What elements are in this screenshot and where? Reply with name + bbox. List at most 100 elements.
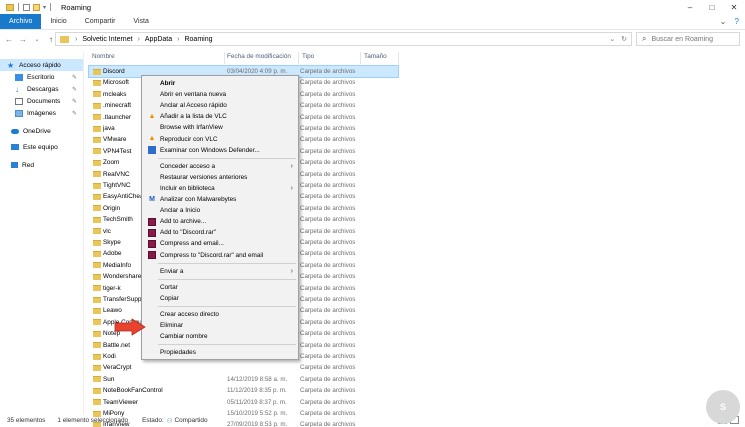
chevron-right-icon[interactable]: › [138,36,140,43]
tab-archivo[interactable]: Archivo [0,14,42,29]
help-icon[interactable]: ? [735,17,739,26]
maximize-button[interactable]: □ [701,0,723,14]
column-header-date[interactable]: Fecha de modificación [227,53,291,64]
file-row[interactable]: VeraCrypt Carpeta de archivos [89,362,398,373]
nav-item-quick-access[interactable]: ★ Acceso rápido [0,59,83,71]
file-name: TransferSuppo [103,296,146,303]
nav-item-desktop[interactable]: Escritorio ✎ [15,71,83,83]
menu-item-analizar-con-malwarebytes[interactable]: M Analizar con Malwarebytes [143,194,297,205]
back-icon[interactable]: ← [4,35,14,44]
new-folder-icon[interactable] [33,3,40,11]
column-divider[interactable] [224,52,225,64]
chevron-down-icon[interactable]: ⌄ [609,36,615,43]
ribbon-tabs: Archivo Inicio Compartir Vista ⌄ ? [0,14,745,30]
address-controls: ⌄ ↻ [609,35,627,43]
selection-count: 1 elemento seleccionado [57,417,129,424]
folder-icon [93,262,101,269]
menu-item-propiedades[interactable]: Propiedades [143,347,297,358]
file-row[interactable]: TeamViewer 05/11/2019 8:37 p. m. Carpeta d… [89,397,398,408]
column-header-type[interactable]: Tipo [302,53,314,64]
menu-item-compress-and-email[interactable]: Compress and email... [143,238,297,249]
chevron-right-icon[interactable]: › [177,36,179,43]
folder-icon [6,3,14,11]
menu-item-add-to-archive[interactable]: Add to archive... [143,216,297,227]
file-type: Carpeta de archivos [300,387,356,395]
file-type: Carpeta de archivos [300,239,356,246]
menu-item-restaurar-versiones-anteriores[interactable]: Restaurar versiones anteriores [143,172,297,183]
menu-item-anclar-al-acceso-rápido[interactable]: Anclar al Acceso rápido [143,100,297,111]
properties-icon[interactable] [23,3,30,11]
breadcrumb-segment[interactable]: AppData [145,36,172,43]
folder-icon [93,228,101,235]
nav-item-documents[interactable]: Documents ✎ [15,95,83,107]
nav-item-network[interactable]: Red [11,159,83,171]
file-name: VeraCrypt [103,364,132,372]
file-row[interactable]: NoteBookFanControl 11/12/2019 8:35 p. m. C… [89,385,398,396]
file-type: Carpeta de archivos [300,182,356,189]
refresh-icon[interactable]: ↻ [621,36,627,43]
file-date: 14/12/2019 8:58 a. m. [227,375,288,383]
menu-item-compress-to-discord-rar-and-email[interactable]: Compress to "Discord.rar" and email [143,250,297,261]
column-header-size[interactable]: Tamaño [364,53,387,64]
menu-item-label: Compress to "Discord.rar" and email [160,251,264,259]
defender-icon [148,146,156,155]
folder-icon [93,376,101,383]
menu-item-cambiar-nombre[interactable]: Cambiar nombre [143,331,297,342]
menu-item-incluir-en-biblioteca[interactable]: Incluir en biblioteca › [143,183,297,194]
nav-item-label: Red [22,161,35,169]
menu-item-browse-with-irfanview[interactable]: Browse with IrfanView [143,122,297,133]
folder-icon [93,285,101,292]
menu-item-label: Incluir en biblioteca [160,184,215,192]
tab-inicio[interactable]: Inicio [41,14,75,29]
menu-separator [158,157,296,159]
folder-icon [93,273,101,280]
address-bar[interactable]: › Solvetic Internet › AppData › Roaming … [55,32,632,46]
menu-item-abrir[interactable]: Abrir [143,78,297,89]
vlc-icon: ▲ [148,112,156,120]
file-type: Carpeta de archivos [300,68,356,75]
menu-item-conceder-acceso-a[interactable]: Conceder acceso a › [143,161,297,172]
separator [18,3,19,11]
menu-item-examinar-con-windows-defender[interactable]: Examinar con Windows Defender... [143,145,297,156]
nav-item-label: Documents [27,97,61,105]
menu-item-add-to-discord-rar[interactable]: Add to "Discord.rar" [143,227,297,238]
menu-item-label: Add to "Discord.rar" [160,229,217,237]
file-name: Battle.net [103,341,131,349]
close-button[interactable]: ✕ [723,0,745,14]
column-divider[interactable] [398,52,399,64]
breadcrumb-segment[interactable]: Solvetic Internet [82,36,132,43]
folder-icon [93,159,101,166]
menu-item-enviar-a[interactable]: Enviar a › [143,266,297,277]
tab-vista[interactable]: Vista [124,14,157,29]
breadcrumb-segment[interactable]: Roaming [184,36,212,43]
expand-ribbon-icon[interactable]: ⌄ [720,17,727,26]
nav-item-this-pc[interactable]: Este equipo [11,141,83,153]
recent-dropdown-icon[interactable]: ⌄ [32,36,42,43]
forward-icon[interactable]: → [18,35,28,44]
minimize-button[interactable]: – [679,0,701,14]
file-row[interactable]: Sun 14/12/2019 8:58 a. m. Carpeta de archi… [89,374,398,385]
menu-item-reproducir-con-vlc[interactable]: ▲ Reproducir con VLC [143,134,297,145]
menu-item-copiar[interactable]: Copiar [143,293,297,304]
menu-item-añadir-a-la-lista-de-vlc[interactable]: ▲ Añadir a la lista de VLC [143,111,297,122]
chevron-right-icon[interactable]: › [75,36,77,43]
menu-item-abrir-en-ventana-nueva[interactable]: Abrir en ventana nueva [143,89,297,100]
tab-compartir[interactable]: Compartir [76,14,125,29]
menu-item-cortar[interactable]: Cortar [143,282,297,293]
context-menu: Abrir Abrir en ventana nueva Anclar al Acc… [141,75,299,360]
menu-item-eliminar[interactable]: Eliminar [143,320,297,331]
menu-item-crear-acceso-directo[interactable]: Crear acceso directo [143,309,297,320]
search-input[interactable]: ⌕ Buscar en Roaming [636,32,740,46]
column-divider[interactable] [298,52,299,64]
pictures-icon [15,109,23,117]
nav-item-label: Imágenes [27,109,56,117]
quick-access-dropdown-icon[interactable]: ▾ [43,4,46,11]
nav-item-pictures[interactable]: Imágenes ✎ [15,107,83,119]
nav-item-onedrive[interactable]: OneDrive [11,125,83,137]
nav-item-downloads[interactable]: ↓ Descargas ✎ [15,83,83,95]
network-icon [11,162,18,168]
file-type: Carpeta de archivos [300,90,356,98]
menu-item-anclar-a-inicio[interactable]: Anclar a Inicio [143,205,297,216]
column-header-name[interactable]: Nombre [92,53,115,64]
column-divider[interactable] [360,52,361,64]
